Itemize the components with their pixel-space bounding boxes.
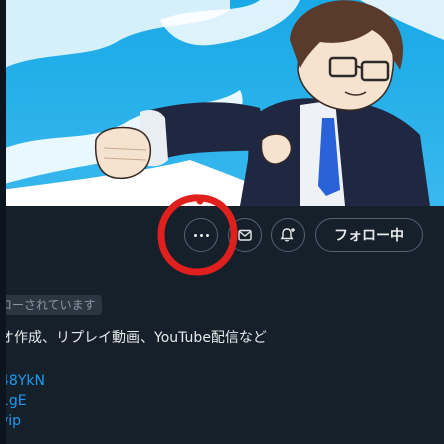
profile-link[interactable]: vip bbox=[0, 411, 45, 431]
notify-button[interactable] bbox=[271, 218, 305, 252]
more-button[interactable] bbox=[184, 218, 218, 252]
profile-links: 48YkN 1gE vip bbox=[0, 371, 45, 431]
profile-bio: オ作成、リプレイ動画、YouTube配信など bbox=[0, 330, 267, 346]
left-edge-strip bbox=[0, 0, 6, 444]
bell-plus-icon bbox=[280, 228, 295, 242]
profile-actions: フォロー中 bbox=[0, 214, 444, 260]
message-button[interactable] bbox=[228, 218, 262, 252]
follows-you-badge: ローされています bbox=[0, 295, 102, 315]
message-icon bbox=[238, 229, 252, 241]
following-button[interactable]: フォロー中 bbox=[315, 218, 423, 252]
profile-link[interactable]: 48YkN bbox=[0, 371, 45, 391]
banner-illustration bbox=[0, 0, 444, 206]
more-icon bbox=[193, 233, 209, 237]
profile-banner[interactable] bbox=[0, 0, 444, 206]
profile-link[interactable]: 1gE bbox=[0, 391, 45, 411]
